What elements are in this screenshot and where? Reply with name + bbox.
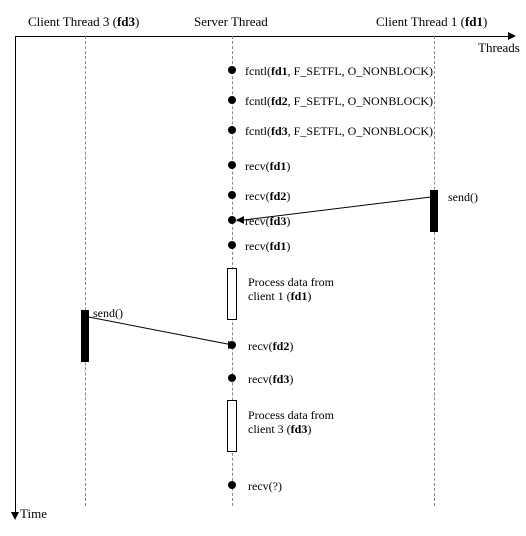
event-dot-recv1b xyxy=(228,241,236,249)
event-dot-recv3a xyxy=(228,216,236,224)
event-dot-fcntl1 xyxy=(228,66,236,74)
event-label-recv3b: recv(fd3) xyxy=(248,372,293,387)
process-box-2 xyxy=(227,400,237,452)
event-dot-recvq xyxy=(228,481,236,489)
event-label-recv1b: recv(fd1) xyxy=(245,239,290,254)
event-label-fcntl3: fcntl(fd3, F_SETFL, O_NONBLOCK) xyxy=(245,124,433,139)
threads-axis xyxy=(15,36,510,37)
client3-text: Client Thread 3 xyxy=(28,14,109,29)
client1-fd: fd1 xyxy=(465,14,483,29)
time-axis-arrow xyxy=(11,512,19,520)
time-axis-label: Time xyxy=(20,506,47,522)
column-label-client1: Client Thread 1 (fd1) xyxy=(376,14,487,30)
event-label-fcntl1: fcntl(fd1, F_SETFL, O_NONBLOCK) xyxy=(245,64,433,79)
process-label-2: Process data from client 3 (fd3) xyxy=(248,408,334,436)
message-line-client3 xyxy=(86,316,233,346)
client1-text: Client Thread 1 xyxy=(376,14,457,29)
event-dot-recv2a xyxy=(228,191,236,199)
event-label-recv1a: recv(fd1) xyxy=(245,159,290,174)
event-label-recvq: recv(?) xyxy=(248,479,282,494)
event-label-fcntl2: fcntl(fd2, F_SETFL, O_NONBLOCK) xyxy=(245,94,433,109)
time-axis xyxy=(15,36,16,514)
event-dot-fcntl3 xyxy=(228,126,236,134)
threads-axis-arrow xyxy=(508,32,516,40)
column-label-client3: Client Thread 3 (fd3) xyxy=(28,14,139,30)
label-client1-send: send() xyxy=(448,190,478,205)
event-dot-fcntl2 xyxy=(228,96,236,104)
event-dot-recv3b xyxy=(228,374,236,382)
threads-axis-label: Threads xyxy=(478,40,520,56)
sequence-diagram: Threads Time Client Thread 3 (fd3) Serve… xyxy=(0,0,526,536)
event-label-recv2a: recv(fd2) xyxy=(245,189,290,204)
message-arrow-client3 xyxy=(228,341,236,349)
column-label-server: Server Thread xyxy=(194,14,268,30)
activation-client3-send xyxy=(81,310,89,362)
client3-fd: fd3 xyxy=(117,14,135,29)
lifeline-client3 xyxy=(85,36,86,506)
lifeline-client1 xyxy=(434,36,435,506)
process-box-1 xyxy=(227,268,237,320)
process-label-1: Process data from client 1 (fd1) xyxy=(248,275,334,303)
event-label-recv2b: recv(fd2) xyxy=(248,339,293,354)
message-arrow-client1 xyxy=(236,216,244,224)
event-dot-recv1a xyxy=(228,161,236,169)
